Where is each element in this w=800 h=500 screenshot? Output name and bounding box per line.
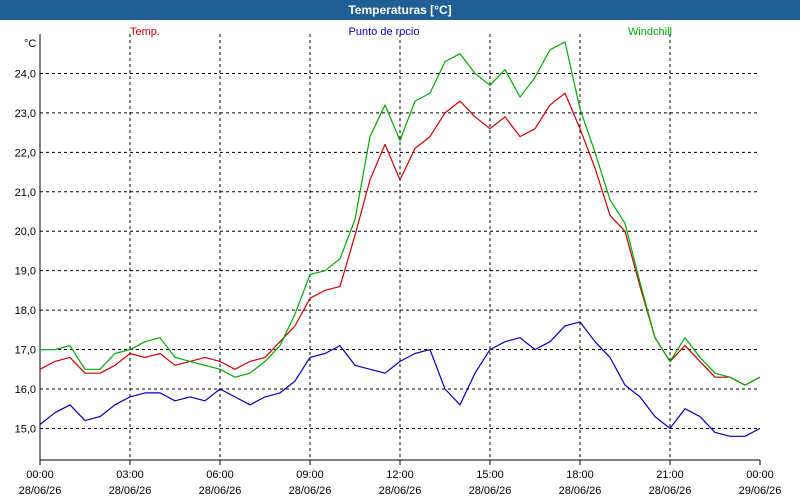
x-tick-time: 12:00 — [386, 469, 414, 481]
chart-title: Temperaturas [°C] — [348, 3, 452, 17]
temperature-chart: 15,0 16,0 17,0 18,0 19,0 20,0 21,0 22,0 23,0 24,0… — [15, 26, 782, 497]
x-tick-date: 28/06/26 — [559, 485, 602, 497]
legend-entry: Windchill — [628, 26, 672, 38]
y-tick-label: 19,0 — [15, 266, 36, 278]
x-tick-date: 28/06/26 — [649, 485, 692, 497]
x-tick-time: 00:00 — [746, 469, 774, 481]
y-tick-label: 23,0 — [15, 108, 36, 120]
y-tick-label: 22,0 — [15, 147, 36, 159]
x-tick-date: 28/06/26 — [469, 485, 512, 497]
x-tick-time: 06:00 — [206, 469, 234, 481]
legend-entry: Punto de rocio — [349, 26, 420, 38]
y-tick-label: 15,0 — [15, 423, 36, 435]
x-tick-time: 09:00 — [296, 469, 324, 481]
x-tick-time: 18:00 — [566, 469, 594, 481]
x-tick-time: 15:00 — [476, 469, 504, 481]
x-tick-date: 28/06/26 — [109, 485, 152, 497]
x-tick-date: 28/06/26 — [379, 485, 422, 497]
x-tick-date: 28/06/26 — [19, 485, 62, 497]
y-tick-label: 20,0 — [15, 226, 36, 238]
grid — [40, 34, 760, 460]
y-tick-label: 17,0 — [15, 345, 36, 357]
y-tick-label: 18,0 — [15, 305, 36, 317]
x-tick-date: 28/06/26 — [199, 485, 242, 497]
y-tick-label: 21,0 — [15, 187, 36, 199]
y-unit-label: °C — [24, 38, 36, 50]
series-line-2 — [40, 41, 761, 386]
legend-entry: Temp. — [130, 26, 160, 38]
x-tick-date: 29/06/26 — [739, 485, 782, 497]
x-tick-time: 21:00 — [656, 469, 684, 481]
axes: 15,0 16,0 17,0 18,0 19,0 20,0 21,0 22,0 23,0 24,0… — [15, 34, 782, 497]
x-tick-date: 28/06/26 — [289, 485, 332, 497]
x-tick-time: 03:00 — [116, 469, 144, 481]
legend: Temp. Punto de rocio Windchill — [130, 26, 672, 38]
chart-title-bar: Temperaturas [°C] — [0, 0, 800, 20]
x-tick-time: 00:00 — [26, 469, 54, 481]
y-tick-label: 24,0 — [15, 68, 36, 80]
y-tick-label: 16,0 — [15, 384, 36, 396]
